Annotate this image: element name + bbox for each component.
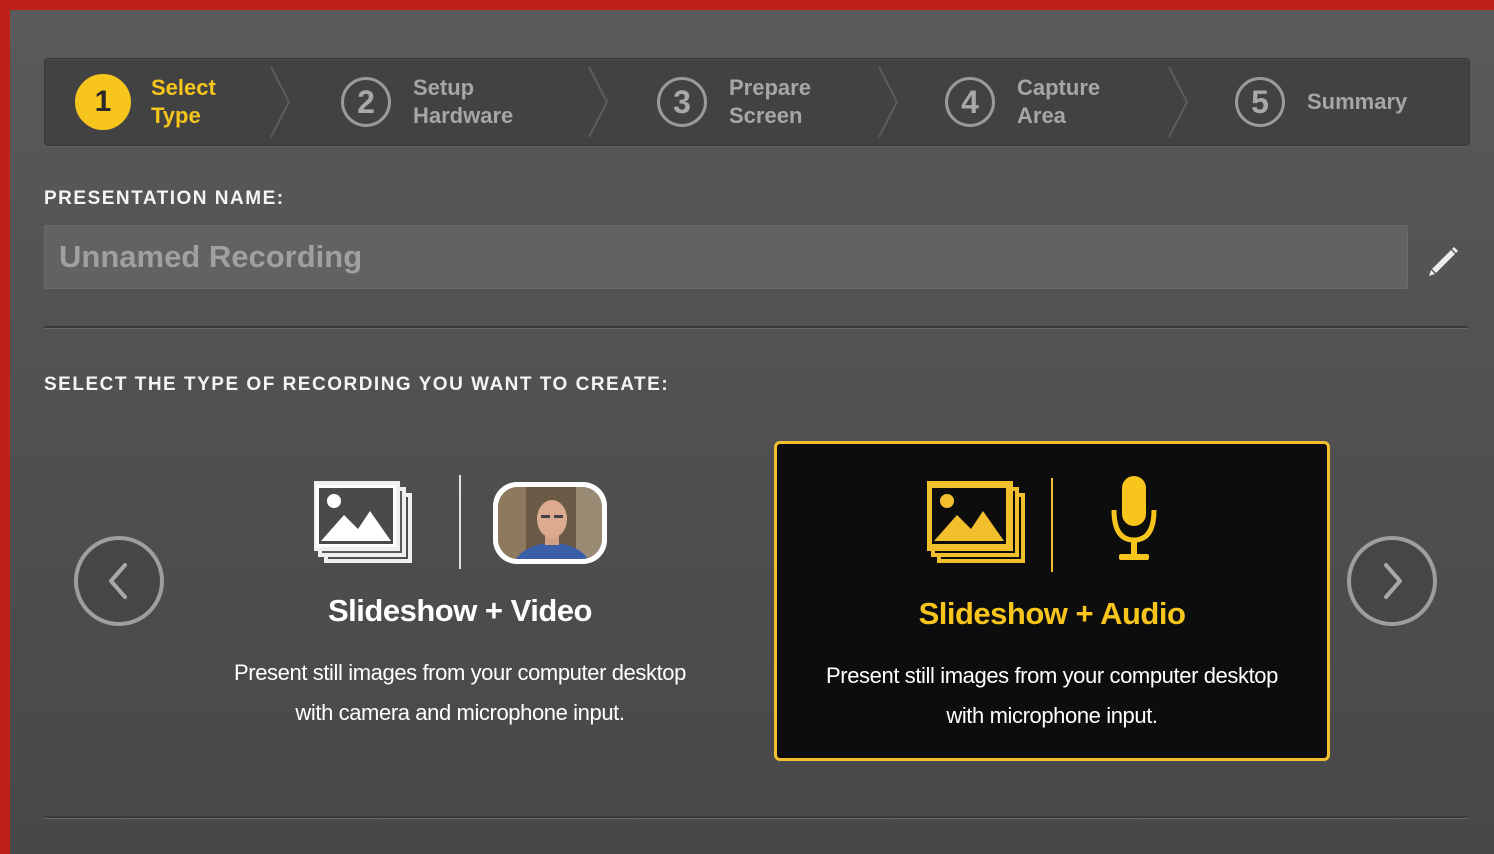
presentation-name-label: PRESENTATION NAME:: [44, 188, 285, 209]
recording-option-slideshow-audio[interactable]: Slideshow + Audio Present still images f…: [774, 441, 1330, 761]
wizard-step-bar: 1 Select Type 2 Setup Hardware 3 Prepare…: [44, 58, 1470, 146]
step-separator-chevron-icon: [270, 66, 291, 138]
carousel-next-button[interactable]: [1347, 536, 1437, 626]
step-select-type[interactable]: 1 Select Type: [75, 59, 281, 145]
recording-option-slideshow-video[interactable]: Slideshow + Video Present still images f…: [182, 441, 738, 761]
step-setup-hardware[interactable]: 2 Setup Hardware: [341, 59, 543, 145]
chevron-left-icon: [109, 563, 127, 599]
step-capture-area[interactable]: 4 Capture Area: [945, 59, 1147, 145]
step-label: Capture Area: [1017, 75, 1101, 128]
section-divider: [44, 816, 1468, 819]
step-label: Setup Hardware: [413, 75, 514, 128]
recording-type-label: SELECT THE TYPE OF RECORDING YOU WANT TO…: [44, 374, 670, 395]
pencil-icon[interactable]: [1426, 242, 1462, 278]
step-summary[interactable]: 5 Summary: [1235, 59, 1437, 145]
step-label: Summary: [1307, 89, 1408, 114]
section-divider: [44, 326, 1468, 329]
slideshow-icon: [314, 481, 412, 563]
recording-wizard-window: 1 Select Type 2 Setup Hardware 3 Prepare…: [10, 10, 1494, 854]
step-number-badge: 1: [75, 74, 131, 130]
step-label: Select Type: [151, 75, 216, 128]
step-number-badge: 5: [1235, 77, 1285, 127]
step-number-badge: 2: [341, 77, 391, 127]
option-description: Present still images from your computer …: [826, 663, 1278, 728]
step-separator-chevron-icon: [1168, 66, 1189, 138]
carousel-prev-button[interactable]: [74, 536, 164, 626]
step-separator-chevron-icon: [878, 66, 899, 138]
presentation-name-input[interactable]: [44, 225, 1408, 289]
step-label: Prepare Screen: [729, 75, 811, 128]
step-number-badge: 4: [945, 77, 995, 127]
chevron-right-icon: [1384, 563, 1402, 599]
microphone-icon: [1111, 476, 1157, 560]
option-title: Slideshow + Video: [328, 593, 592, 628]
slideshow-icon: [927, 481, 1025, 563]
step-separator-chevron-icon: [588, 66, 609, 138]
step-number-badge: 3: [657, 77, 707, 127]
webcam-video-icon: [493, 482, 607, 564]
option-title: Slideshow + Audio: [918, 596, 1186, 631]
option-description: Present still images from your computer …: [234, 660, 686, 725]
icon-separator: [1051, 478, 1053, 572]
step-prepare-screen[interactable]: 3 Prepare Screen: [657, 59, 859, 145]
icon-separator: [459, 475, 461, 569]
